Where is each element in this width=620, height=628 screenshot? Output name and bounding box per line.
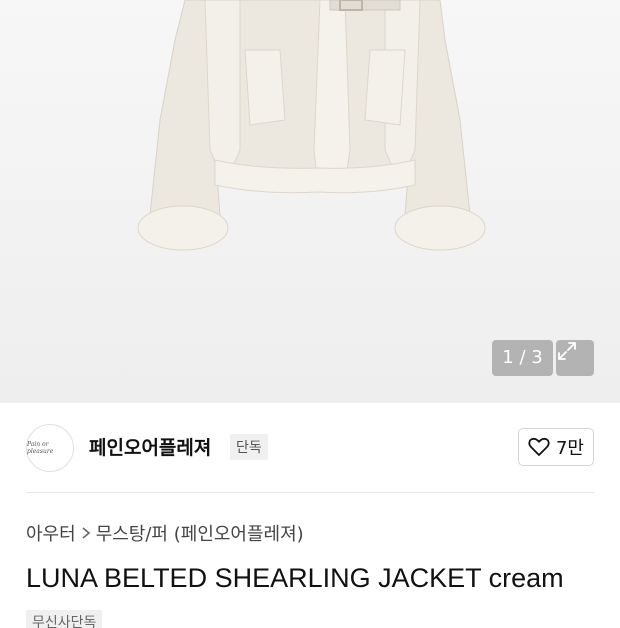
product-title: LUNA BELTED SHEARLING JACKET cream [26, 563, 564, 593]
image-counter: 1 / 3 [492, 340, 553, 376]
chevron-right-icon [81, 524, 91, 545]
brand-logo-text: Pain or pleasure [27, 441, 54, 455]
breadcrumb-brand[interactable]: (페인오어플레져) [174, 520, 304, 546]
heart-icon [528, 437, 550, 456]
exclusive-tag: 무신사단독 [26, 610, 103, 628]
brand-row: Pain or pleasure 페인오어플레져 단독 7만 [0, 403, 620, 493]
like-count: 7만 [555, 438, 584, 459]
divider [26, 492, 594, 493]
breadcrumb-category[interactable]: 아우터 [26, 520, 76, 546]
brand-logo[interactable]: Pain or pleasure [26, 424, 74, 472]
like-button[interactable]: 7만 [518, 428, 594, 466]
breadcrumb: 아우터 무스탕/퍼 (페인오어플레져) [26, 520, 304, 546]
product-image[interactable]: 1 / 3 [0, 0, 620, 403]
brand-name[interactable]: 페인오어플레져 [89, 433, 211, 460]
breadcrumb-subcategory[interactable]: 무스탕/퍼 [96, 520, 168, 546]
exclusive-badge: 단독 [230, 434, 268, 460]
expand-button[interactable] [556, 340, 594, 376]
expand-icon [558, 342, 576, 360]
